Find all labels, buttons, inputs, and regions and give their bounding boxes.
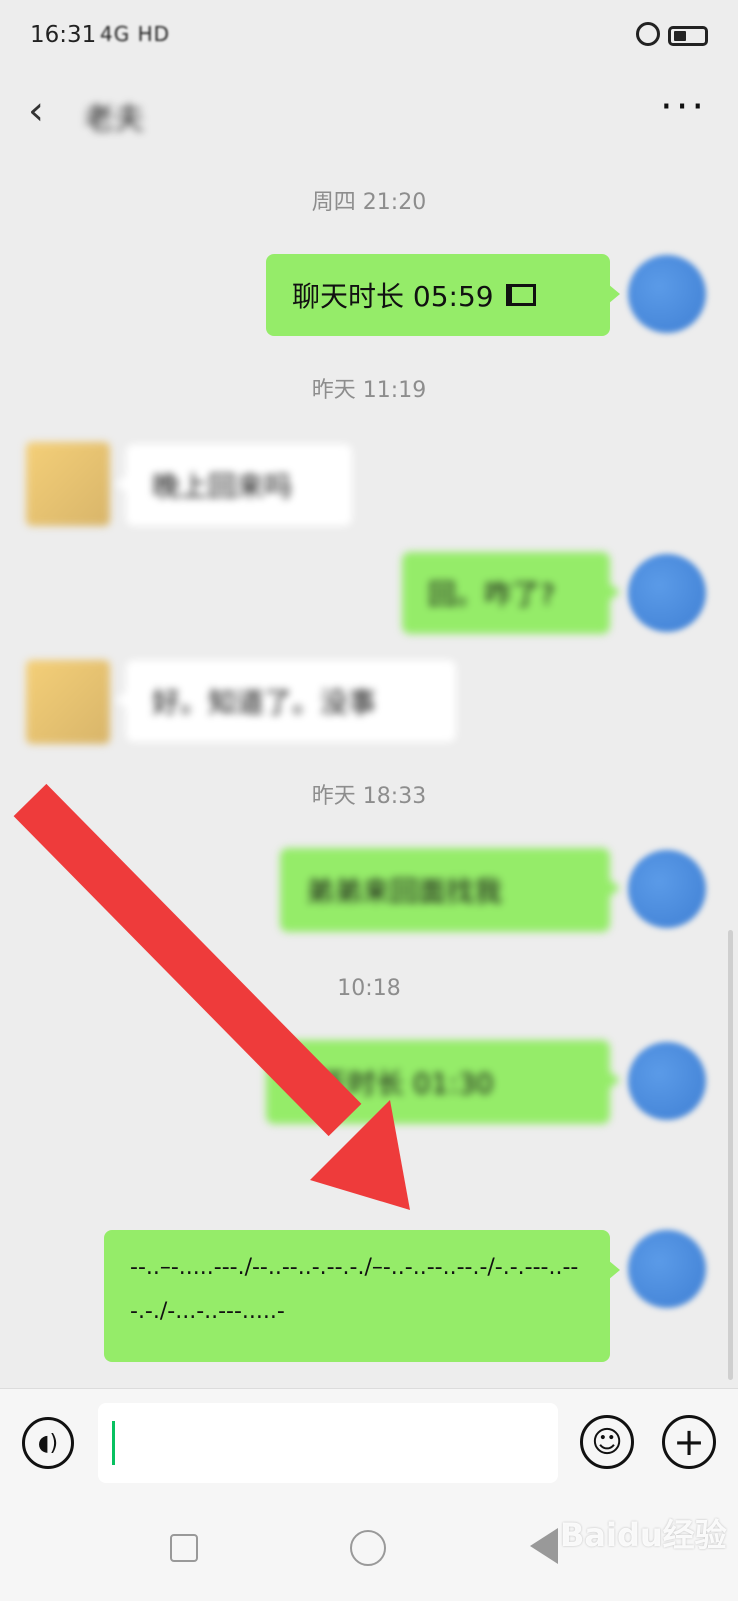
incoming-message[interactable]: 好。知道了。没事 [116,660,456,742]
back-button[interactable] [530,1528,558,1564]
contact-avatar[interactable] [26,660,110,744]
plus-icon: + [673,1420,705,1464]
chat-title: 老夫 [84,102,144,137]
watermark: Baidu经验 [560,1516,727,1554]
more-functions-button[interactable]: + [662,1415,716,1469]
voice-icon: ◖) [37,1430,59,1456]
message-text: 回。咋了? [428,578,555,611]
morse-code-text: --..–-.....---./--..--..-.--.-./–-..-..-… [130,1255,579,1324]
emoji-button[interactable]: ☺ [580,1415,634,1469]
morse-code-message[interactable]: --..–-.....---./--..--..-.--.-./–-..-..-… [104,1230,620,1362]
timestamp: 周四 21:20 [311,190,427,215]
incoming-message[interactable]: 晚上回来吗 [116,444,352,526]
voice-input-button[interactable]: ◖) [22,1417,74,1469]
home-button[interactable] [350,1530,386,1566]
timestamp: 昨天 11:19 [311,378,427,403]
message-input[interactable] [98,1403,558,1483]
recent-apps-button[interactable] [170,1534,198,1562]
message-text: 好。知道了。没事 [152,686,377,719]
back-icon[interactable]: ‹ [28,88,44,134]
status-bar: 16:31 4G HD [0,0,738,70]
contact-avatar[interactable] [26,442,110,526]
call-duration-message[interactable]: 聊天时长 05:59 [266,254,620,336]
alarm-icon [636,22,660,46]
my-avatar[interactable] [628,255,706,333]
scrollbar[interactable] [728,930,733,1380]
battery-icon [668,26,708,46]
my-avatar[interactable] [628,554,706,632]
chat-header: ‹ 老夫 ··· [0,70,738,150]
emoji-icon: ☺ [591,1424,623,1460]
voice-call-icon [505,284,536,306]
status-time: 16:31 [30,22,97,48]
outgoing-message[interactable]: 回。咋了? [402,552,620,634]
my-avatar[interactable] [628,1230,706,1308]
text-caret [112,1421,115,1465]
annotation-arrow [13,783,410,1210]
more-options-icon[interactable]: ··· [660,84,707,130]
network-indicator: 4G HD [100,22,171,46]
call-duration-text: 聊天时长 05:59 [292,280,494,313]
message-text: 晚上回来吗 [152,470,293,503]
